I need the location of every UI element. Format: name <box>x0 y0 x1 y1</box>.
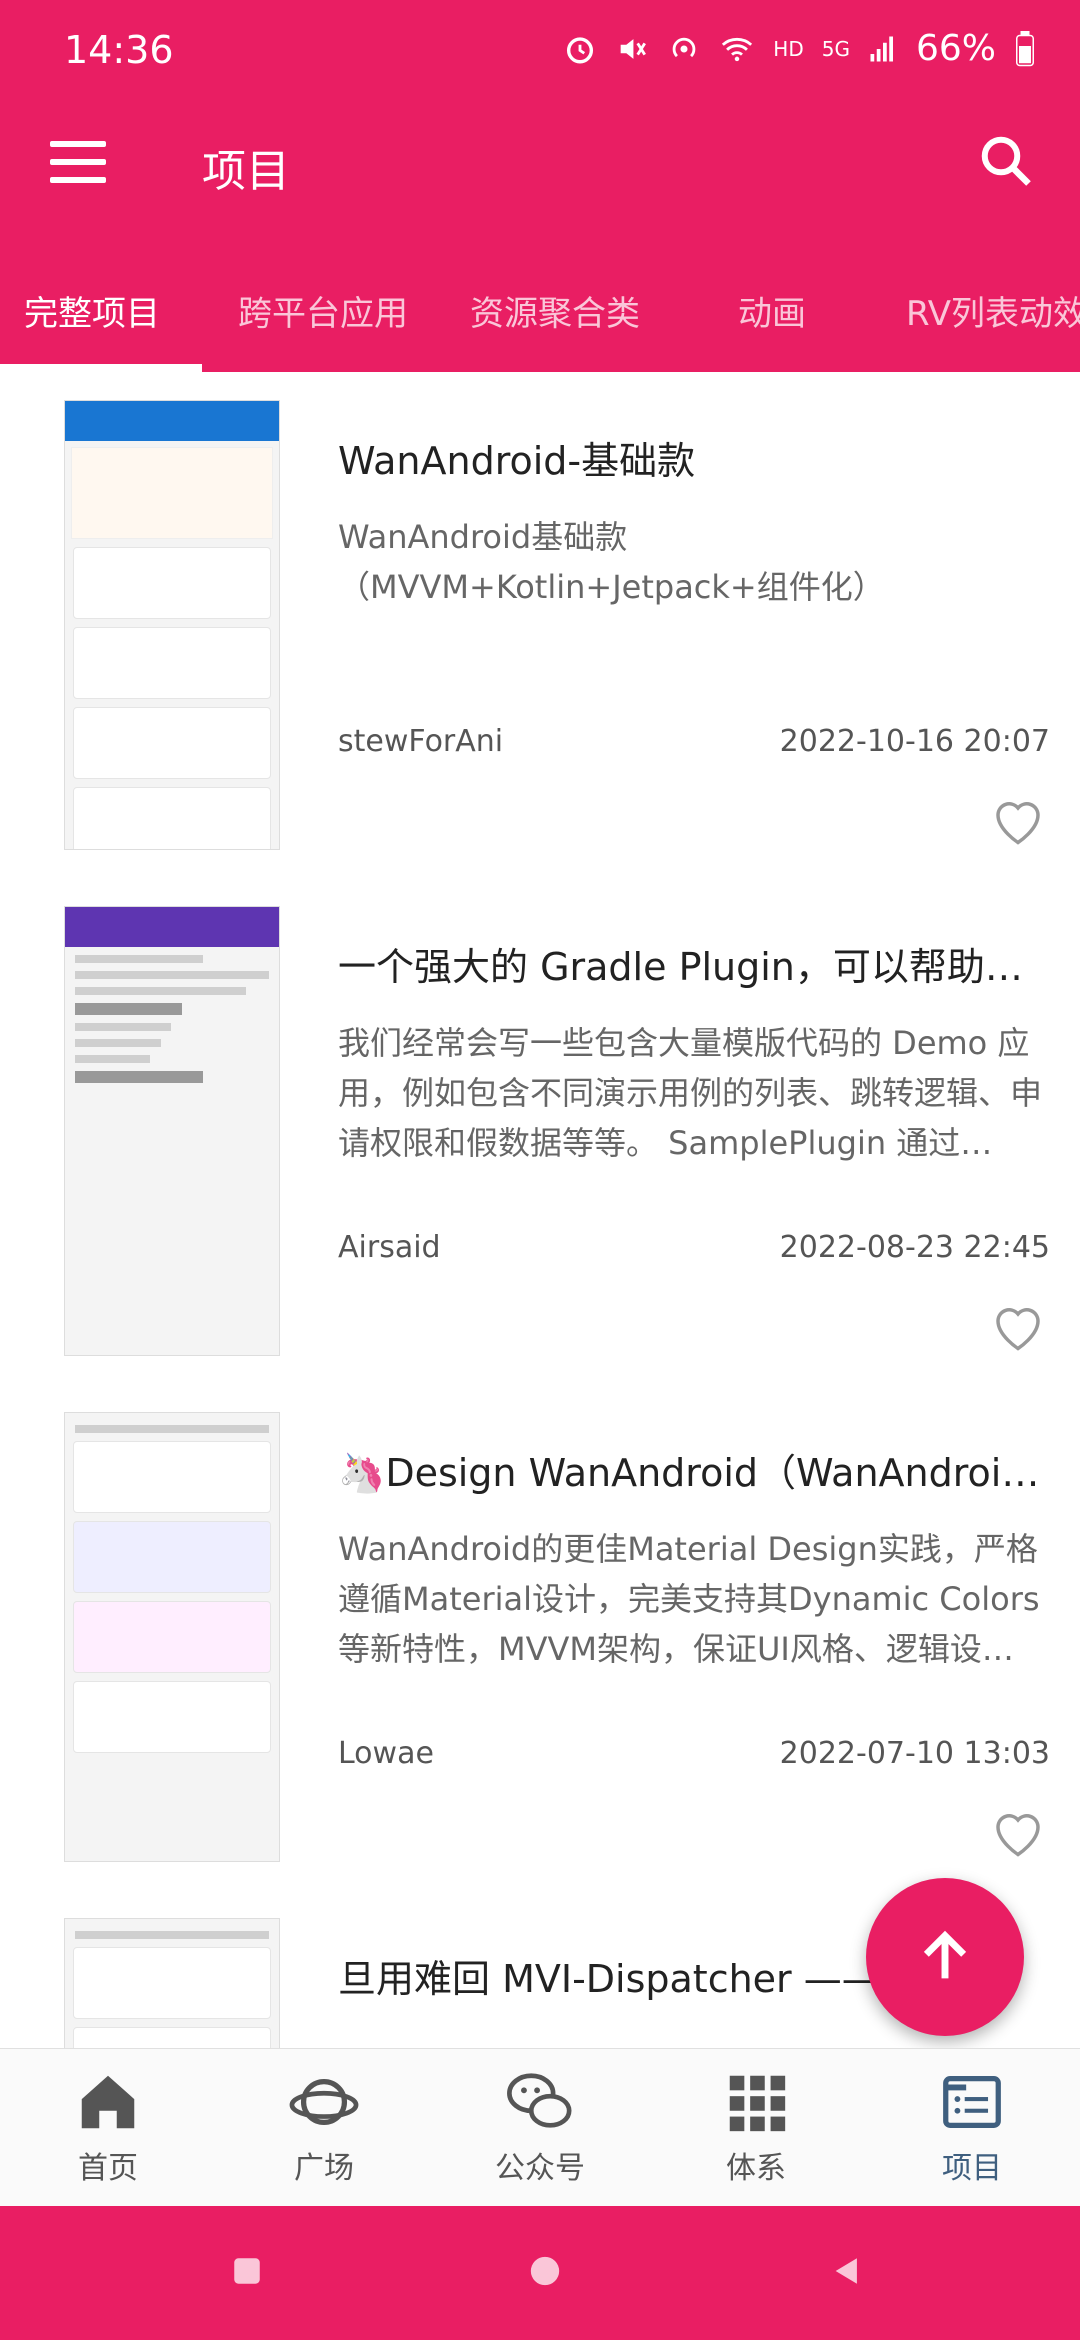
project-thumbnail <box>64 906 280 1356</box>
signal-type: 5G <box>821 36 850 61</box>
list-item[interactable]: 🦄Design WanAndroid（WanAndroid… WanAndroi… <box>0 1384 1080 1892</box>
tab-resource-aggregation[interactable]: 资源聚合类 <box>470 286 640 335</box>
nav-official-accounts[interactable]: 公众号 <box>432 2067 648 2207</box>
project-author: Lowae <box>338 1736 434 1771</box>
heart-icon[interactable] <box>986 1802 1050 1862</box>
wechat-icon <box>507 2073 572 2128</box>
project-author: Airsaid <box>338 1230 441 1265</box>
project-date: 2022-07-10 13:03 <box>779 1736 1050 1771</box>
tab-animation[interactable]: 动画 <box>738 286 806 335</box>
project-author: stewForAni <box>338 724 504 759</box>
nav-label: 项目 <box>942 2151 1002 2186</box>
nav-label: 公众号 <box>495 2151 585 2186</box>
nav-system[interactable]: 体系 <box>648 2067 864 2207</box>
tab-complete-projects[interactable]: 完整项目 <box>24 286 160 335</box>
project-list[interactable]: WanAndroid-基础款 WanAndroid基础款（MVVM+Kotlin… <box>0 372 1080 2048</box>
battery-percent: 66% <box>915 28 996 69</box>
hotspot-icon <box>672 37 696 57</box>
tab-rv-animation[interactable]: RV列表动效 <box>906 286 1080 335</box>
signal-icon <box>870 36 893 61</box>
back-triangle-icon <box>835 2258 857 2284</box>
home-icon <box>81 2075 135 2129</box>
nav-label: 广场 <box>294 2151 354 2186</box>
circle-icon <box>530 2256 560 2286</box>
mute-icon <box>620 38 647 59</box>
tab-bar: 完整项目 跨平台应用 资源聚合类 动画 RV列表动效 <box>0 240 1080 372</box>
nav-square[interactable]: 广场 <box>216 2067 432 2207</box>
arrow-up-icon <box>923 1930 967 1979</box>
battery-icon <box>1016 30 1034 66</box>
alarm-icon <box>567 36 594 63</box>
status-icons: HD 5G 66% <box>563 28 1036 69</box>
nav-label: 首页 <box>78 2151 138 2186</box>
heart-icon[interactable] <box>986 790 1050 850</box>
scroll-to-top-button[interactable] <box>866 1878 1024 2036</box>
status-bar: 14:36 HD 5G 66% <box>0 0 1080 105</box>
nav-home[interactable]: 首页 <box>0 2067 216 2207</box>
heart-icon[interactable] <box>986 1296 1050 1356</box>
project-desc: WanAndroid基础款（MVVM+Kotlin+Jetpack+组件化） <box>338 518 885 606</box>
wifi-icon <box>722 37 753 61</box>
grid-icon <box>729 2075 786 2132</box>
page-title: 项目 <box>202 146 290 197</box>
planet-icon <box>289 2078 359 2126</box>
search-icon[interactable] <box>976 131 1036 191</box>
project-date: 2022-08-23 22:45 <box>779 1230 1050 1265</box>
nav-label: 体系 <box>726 2151 786 2186</box>
project-thumbnail <box>64 1918 280 2048</box>
back-button[interactable] <box>830 2254 864 2292</box>
list-item[interactable]: WanAndroid-基础款 WanAndroid基础款（MVVM+Kotlin… <box>0 372 1080 880</box>
project-desc: 我们经常会写一些包含大量模版代码的 Demo 应用，例如包含不同演示用例的列表、… <box>338 1024 1043 1162</box>
list-item[interactable]: 一个强大的 Gradle Plugin，可以帮助你… 我们经常会写一些包含大量模… <box>0 878 1080 1386</box>
project-desc: WanAndroid的更佳Material Design实践，严格遵循Mater… <box>338 1530 1040 1668</box>
project-title[interactable]: WanAndroid-基础款 <box>338 430 1050 485</box>
nav-projects[interactable]: 项目 <box>864 2067 1080 2207</box>
system-nav-bar <box>0 2206 1080 2340</box>
project-title[interactable]: 一个强大的 Gradle Plugin，可以帮助你… <box>338 936 1050 991</box>
project-date: 2022-10-16 20:07 <box>779 724 1050 759</box>
tab-cross-platform[interactable]: 跨平台应用 <box>238 286 408 335</box>
project-title[interactable]: 🦄Design WanAndroid（WanAndroid… <box>338 1442 1050 1497</box>
square-icon <box>234 2258 260 2284</box>
bottom-navigation: 首页 广场 公众号 体系 项目 <box>0 2048 1080 2207</box>
status-time: 14:36 <box>64 28 174 72</box>
home-button[interactable] <box>528 2254 562 2292</box>
tab-indicator <box>0 364 202 372</box>
menu-icon[interactable] <box>50 141 106 189</box>
project-thumbnail <box>64 1412 280 1862</box>
recent-apps-button[interactable] <box>230 2254 264 2292</box>
network-type: HD <box>773 36 804 61</box>
list-icon <box>943 2076 1001 2128</box>
project-thumbnail <box>64 400 280 850</box>
